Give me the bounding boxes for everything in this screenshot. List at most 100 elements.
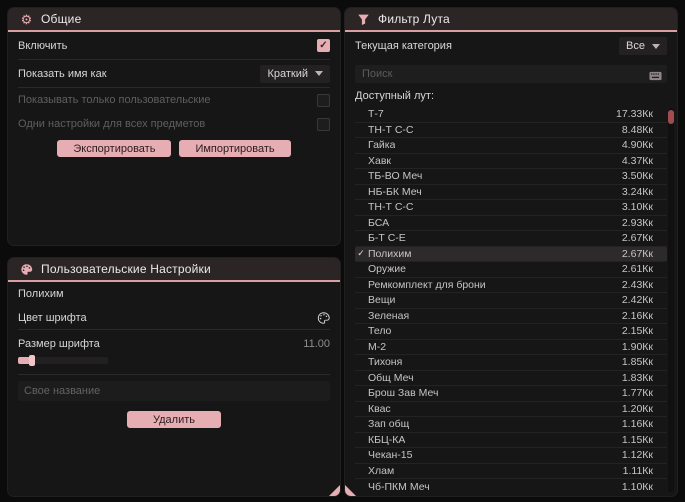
loot-item-price: 1.12Кк <box>621 449 653 462</box>
loot-item-price: 2.61Кк <box>621 263 653 276</box>
palette-icon[interactable] <box>317 311 330 324</box>
export-button[interactable]: Экспортировать <box>57 140 172 157</box>
search-input[interactable] <box>355 65 667 83</box>
chevron-down-icon <box>315 71 323 76</box>
loot-row[interactable]: ✓ Полихим 2.67Кк <box>355 246 667 262</box>
category-combo[interactable]: Все <box>619 37 667 55</box>
resize-grip[interactable] <box>345 485 356 496</box>
checkmark-icon: ✓ <box>319 39 328 51</box>
search-row <box>355 64 667 83</box>
name-mode-combo[interactable]: Краткий <box>260 64 330 83</box>
loot-item-price: 2.42Кк <box>621 294 653 307</box>
sliders-icon <box>20 263 33 276</box>
loot-row[interactable]: КБЦ-КА 1.15Кк <box>355 433 667 448</box>
loot-item-price: 1.83Кк <box>621 371 653 384</box>
loot-row[interactable]: Зеленая 2.16Кк <box>355 309 667 324</box>
enable-checkbox[interactable]: ✓ <box>317 39 330 52</box>
loot-row[interactable]: Т-7 17.33Кк <box>355 107 667 123</box>
loot-row[interactable]: Вещи 2.42Кк <box>355 293 667 309</box>
loot-item-name: М-2 <box>368 340 387 353</box>
loot-row[interactable]: М-2 1.90Кк <box>355 340 667 355</box>
enable-label: Включить <box>18 39 68 52</box>
loot-row[interactable]: ТН-Т С-С 8.48Кк <box>355 123 667 138</box>
loot-item-name: ТН-Т С-С <box>368 201 414 214</box>
loot-item-name: Ремкомплект для брони <box>368 278 486 291</box>
loot-row[interactable]: Общ Меч 1.83Кк <box>355 371 667 386</box>
custom-name-input[interactable] <box>18 381 330 401</box>
import-button[interactable]: Импортировать <box>179 140 291 157</box>
loot-item-name: Гайка <box>368 139 396 152</box>
loot-row[interactable]: Ремкомплект для брони 2.43Кк <box>355 278 667 293</box>
loot-row[interactable]: Тело 2.15Кк <box>355 324 667 340</box>
loot-item-name: КБЦ-КА <box>368 433 406 446</box>
loot-item-price: 1.11Кк <box>622 464 653 477</box>
loot-row[interactable]: НБ-БК Меч 3.24Кк <box>355 185 667 200</box>
window-custom-title: Пользовательские Настройки <box>41 262 211 276</box>
loot-item-price: 8.48Кк <box>621 123 653 136</box>
loot-row[interactable]: Гайка 4.90Кк <box>355 138 667 154</box>
scrollbar-thumb[interactable] <box>668 110 674 124</box>
slider-grab[interactable] <box>29 355 35 366</box>
loot-row[interactable]: Оружие 2.61Кк <box>355 262 667 278</box>
scrollbar-track[interactable] <box>668 108 674 492</box>
category-label: Текущая категория <box>355 40 452 52</box>
loot-item-price: 2.67Кк <box>621 247 653 260</box>
loot-row[interactable]: Брош Зав Меч 1.77Кк <box>355 386 667 402</box>
delete-button[interactable]: Удалить <box>127 411 221 428</box>
window-general: ⚙ Общие Включить ✓ Показать имя как Крат… <box>8 8 340 245</box>
category-row: Текущая категория Все <box>355 32 667 60</box>
window-custom-titlebar[interactable]: Пользовательские Настройки <box>8 258 340 280</box>
loot-item-name: Вещи <box>368 294 396 307</box>
loot-row[interactable]: Чекан-15 1.12Кк <box>355 448 667 464</box>
window-general-titlebar[interactable]: ⚙ Общие <box>8 8 340 30</box>
same-settings-checkbox[interactable] <box>317 117 330 131</box>
loot-row[interactable]: Б-Т С-Е 2.67Кк <box>355 231 667 247</box>
checkmark-icon: ✓ <box>357 248 365 259</box>
font-size-value: 11.00 <box>303 338 330 350</box>
loot-row[interactable]: ТН-Т С-С 3.10Кк <box>355 200 667 216</box>
loot-item-price: 1.15Кк <box>621 433 653 446</box>
loot-item-price: 3.10Кк <box>621 201 653 214</box>
loot-item-price: 2.67Кк <box>621 232 653 245</box>
loot-item-name: Чб-ПКМ Меч <box>368 480 430 493</box>
loot-item-price: 2.93Кк <box>621 216 653 229</box>
name-mode-label: Показать имя как <box>18 67 107 80</box>
loot-item-price: 4.90Кк <box>621 139 653 152</box>
category-value: Все <box>626 40 645 52</box>
loot-row[interactable]: Зап общ 1.16Кк <box>355 417 667 433</box>
loot-row[interactable]: БСА 2.93Кк <box>355 216 667 231</box>
font-size-slider[interactable] <box>18 355 108 366</box>
same-settings-label: Одни настройки для всех предметов <box>18 118 206 130</box>
loot-row[interactable]: Тихоня 1.85Кк <box>355 355 667 371</box>
window-filter-titlebar[interactable]: Фильтр Лута <box>345 8 677 30</box>
font-size-row: Размер шрифта 11.00 <box>18 334 330 354</box>
loot-row[interactable]: ТБ-ВО Меч 3.50Кк <box>355 169 667 185</box>
loot-item-price: 4.37Кк <box>621 154 653 167</box>
loot-item-name: ТН-Т С-С <box>368 123 414 136</box>
loot-row[interactable]: Квас 1.20Кк <box>355 402 667 417</box>
loot-item-name: НБ-БК Меч <box>368 185 422 198</box>
loot-item-price: 1.85Кк <box>621 356 653 369</box>
loot-item-price: 2.16Кк <box>621 309 653 322</box>
selected-item-row: Полихим <box>18 282 330 306</box>
keyboard-icon[interactable] <box>649 68 662 86</box>
only-custom-row: Показывать только пользовательские <box>18 88 330 112</box>
loot-row[interactable]: Хавк 4.37Кк <box>355 154 667 169</box>
loot-row[interactable]: Хлам 1.11Кк <box>355 464 667 479</box>
loot-item-name: Чекан-15 <box>368 449 413 462</box>
loot-item-name: Хавк <box>368 154 392 167</box>
window-general-title: Общие <box>41 12 82 26</box>
font-size-slider-row <box>18 355 330 375</box>
window-filter-title: Фильтр Лута <box>378 12 450 26</box>
same-settings-row: Одни настройки для всех предметов <box>18 112 330 136</box>
loot-item-name: Общ Меч <box>368 371 414 384</box>
loot-item-name: БСА <box>368 216 390 229</box>
resize-grip[interactable] <box>329 485 340 496</box>
loot-item-name: Тело <box>368 325 392 338</box>
loot-item-price: 17.33Кк <box>616 108 653 121</box>
only-custom-checkbox[interactable] <box>317 93 330 107</box>
loot-item-name: Брош Зав Меч <box>368 387 439 400</box>
mod-menu-root: ⚙ Общие Включить ✓ Показать имя как Крат… <box>0 0 685 502</box>
loot-item-name: Тихоня <box>368 356 403 369</box>
loot-row[interactable]: Чб-ПКМ Меч 1.10Кк <box>355 479 667 495</box>
